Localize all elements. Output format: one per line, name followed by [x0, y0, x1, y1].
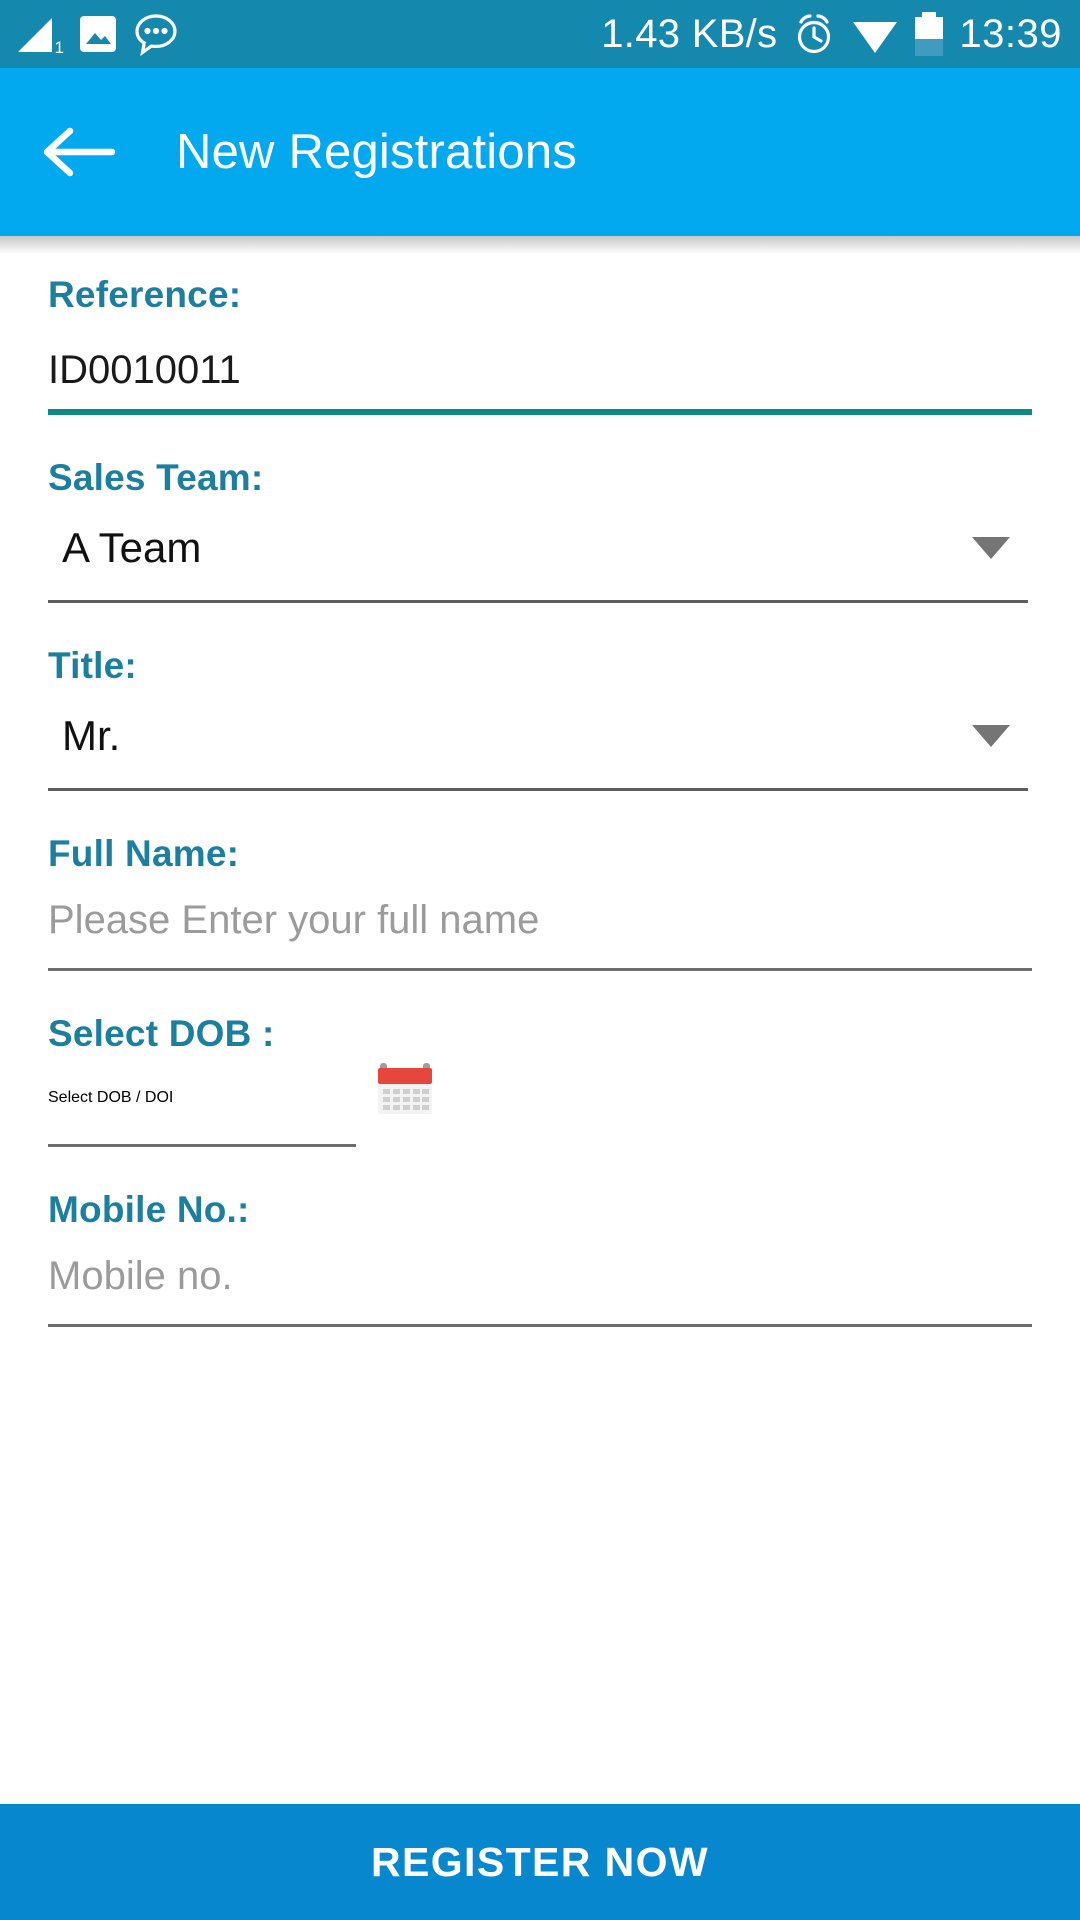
- mobile-input[interactable]: Mobile no.: [48, 1228, 1032, 1324]
- sales-team-value: A Team: [62, 524, 202, 571]
- register-now-button[interactable]: REGISTER NOW: [0, 1804, 1080, 1920]
- full-name-label: Full Name:: [48, 833, 240, 874]
- field-reference: Reference: ID0010011: [48, 276, 1032, 415]
- field-sales-team: Sales Team: A Team: [48, 459, 1032, 603]
- reference-value: ID0010011: [48, 348, 241, 392]
- reference-input[interactable]: ID0010011: [48, 313, 1032, 409]
- back-arrow-icon[interactable]: [40, 113, 118, 191]
- field-dob: Select DOB : Select DOB / DOI: [48, 1015, 1032, 1147]
- field-title: Title: Mr.: [48, 647, 1032, 791]
- chat-bubble-icon: [134, 12, 178, 57]
- dob-placeholder: Select DOB / DOI: [48, 1089, 174, 1106]
- dob-row: Select DOB / DOI: [48, 1052, 1032, 1147]
- registration-form: Reference: ID0010011 Sales Team: A Team …: [0, 254, 1080, 1804]
- full-name-input[interactable]: Please Enter your full name: [48, 872, 1032, 968]
- reference-label: Reference:: [48, 274, 242, 315]
- dob-input[interactable]: Select DOB / DOI: [48, 1052, 356, 1147]
- network-speed-text: 1.43 KB/s: [601, 12, 778, 56]
- signal-icon: 1: [18, 12, 64, 57]
- app-bar: New Registrations: [0, 68, 1080, 236]
- full-name-placeholder: Please Enter your full name: [48, 898, 540, 942]
- title-value: Mr.: [62, 712, 121, 759]
- sales-team-select[interactable]: A Team: [48, 496, 1032, 600]
- wifi-icon: [851, 13, 899, 55]
- app-bar-shadow: [0, 236, 1080, 254]
- sales-team-label: Sales Team:: [48, 457, 264, 498]
- chevron-down-icon: [972, 537, 1010, 559]
- clock-text: 13:39: [959, 12, 1062, 56]
- page-title: New Registrations: [176, 125, 577, 179]
- register-now-label: REGISTER NOW: [371, 1838, 709, 1885]
- calendar-icon[interactable]: [374, 1059, 436, 1121]
- signal-sim-label: 1: [54, 38, 64, 57]
- mobile-label: Mobile No.:: [48, 1189, 250, 1230]
- status-bar-right-icons: 1.43 KB/s 13:39: [601, 12, 1062, 56]
- mobile-underline: [48, 1324, 1032, 1327]
- alarm-icon: [793, 12, 835, 56]
- title-label: Title:: [48, 645, 137, 686]
- title-select[interactable]: Mr.: [48, 684, 1032, 788]
- status-bar: 1 1.43 KB/s 13:39: [0, 0, 1080, 68]
- app-screen: 1 1.43 KB/s 13:39 New Registrations Refe…: [0, 0, 1080, 1920]
- photo-icon: [78, 12, 118, 56]
- battery-icon: [915, 12, 944, 56]
- chevron-down-icon: [972, 725, 1010, 747]
- field-mobile: Mobile No.: Mobile no.: [48, 1191, 1032, 1327]
- field-full-name: Full Name: Please Enter your full name: [48, 835, 1032, 971]
- dob-underline: [48, 1144, 356, 1147]
- mobile-placeholder: Mobile no.: [48, 1254, 233, 1298]
- dob-label: Select DOB :: [48, 1013, 275, 1054]
- status-bar-left-icons: 1: [18, 12, 178, 57]
